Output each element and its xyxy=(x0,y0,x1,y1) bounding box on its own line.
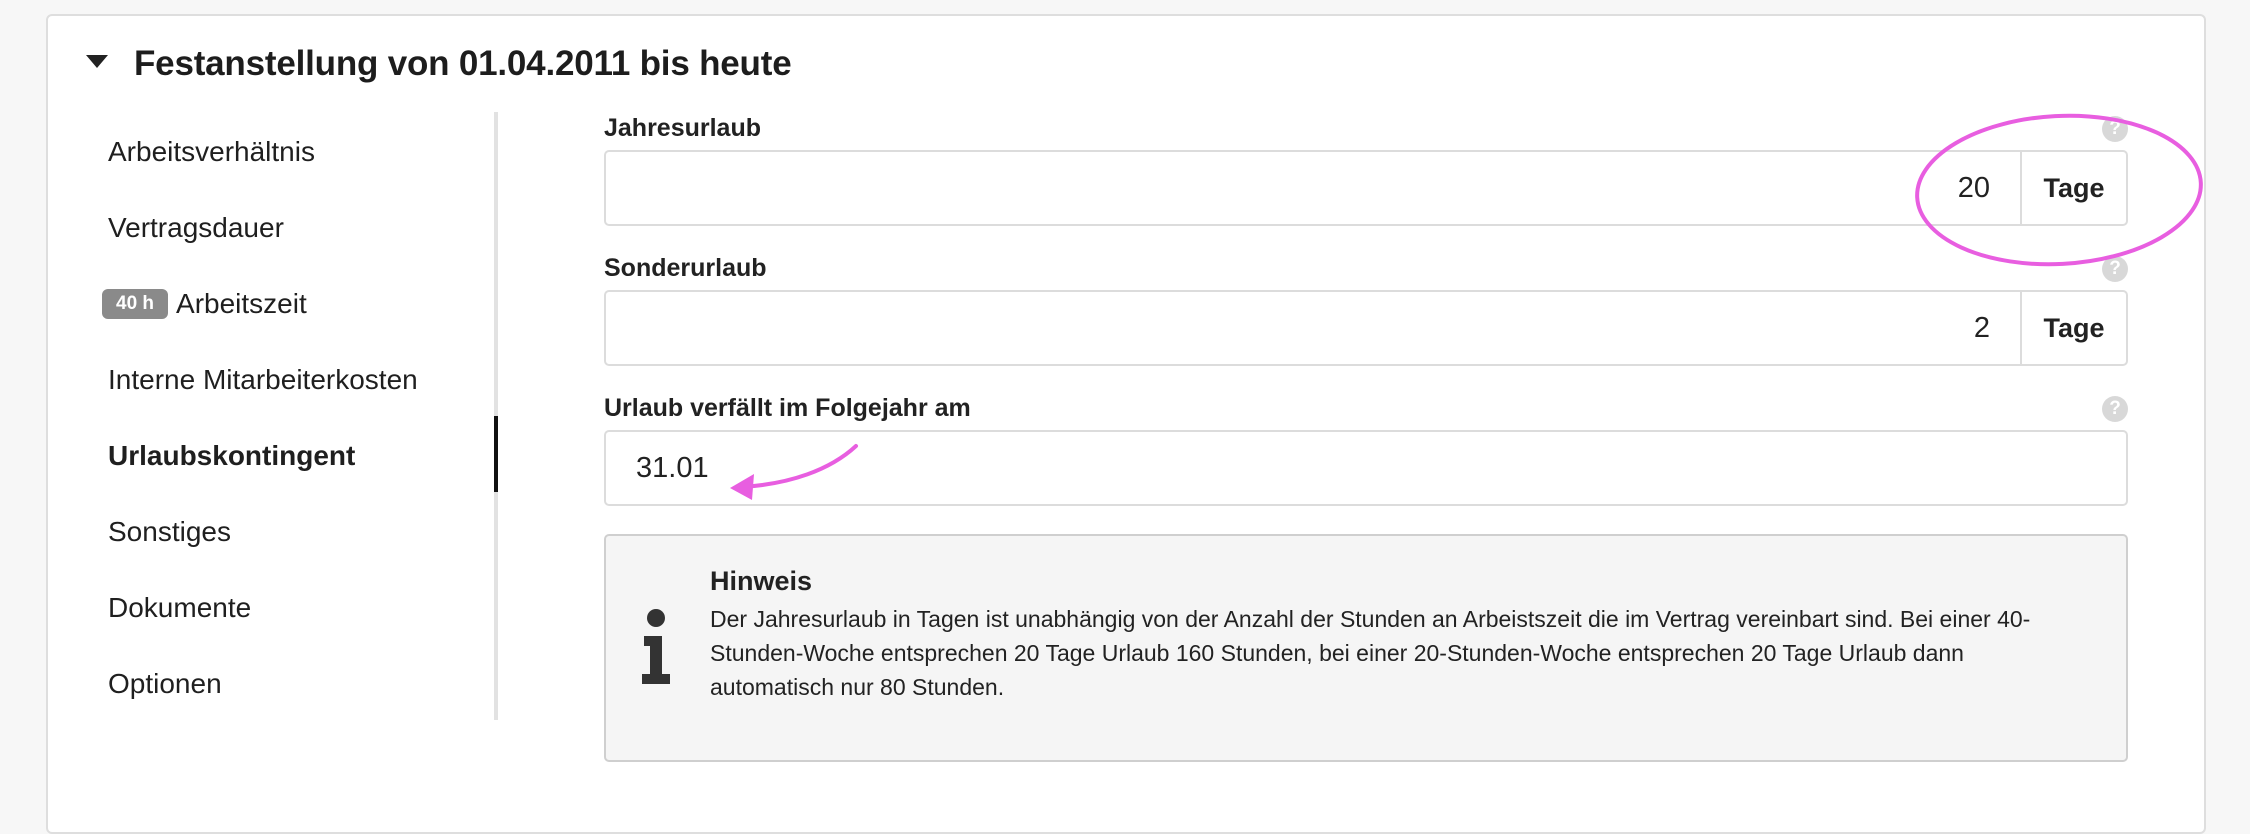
notice-title: Hinweis xyxy=(710,566,813,596)
jahresurlaub-unit: Tage xyxy=(2020,152,2126,224)
nav-item-sonstiges[interactable]: Sonstiges xyxy=(48,494,498,570)
nav-item-label: Sonstiges xyxy=(108,516,231,547)
section-nav: Arbeitsverhältnis Vertragsdauer 40 h Arb… xyxy=(48,114,498,722)
nav-item-label: Optionen xyxy=(108,668,222,699)
hours-badge: 40 h xyxy=(102,289,169,319)
section-header[interactable]: Festanstellung von 01.04.2011 bis heute xyxy=(86,34,792,94)
sonderurlaub-label: Sonderurlaub xyxy=(604,254,767,282)
jahresurlaub-label: Jahresurlaub xyxy=(604,114,762,142)
nav-item-label: Arbeitsverhältnis xyxy=(108,136,315,167)
nav-item-arbeitsverhaeltnis[interactable]: Arbeitsverhältnis xyxy=(48,114,498,190)
nav-item-vertragsdauer[interactable]: Vertragsdauer xyxy=(48,190,498,266)
verfall-label: Urlaub verfällt im Folgejahr am xyxy=(604,394,971,422)
nav-item-label: Interne Mitarbeiterkosten xyxy=(108,364,418,395)
sonderurlaub-input[interactable] xyxy=(606,292,2020,364)
verfall-input-group xyxy=(604,430,2128,506)
caret-down-icon[interactable] xyxy=(86,54,108,68)
nav-item-optionen[interactable]: Optionen xyxy=(48,646,498,722)
verfall-field: Urlaub verfällt im Folgejahr am ? xyxy=(604,390,2128,506)
sonderurlaub-input-group: Tage xyxy=(604,290,2128,366)
nav-item-label: Arbeitszeit xyxy=(176,288,307,319)
help-icon[interactable]: ? xyxy=(2102,396,2128,422)
info-icon xyxy=(642,609,670,684)
employment-panel: Festanstellung von 01.04.2011 bis heute … xyxy=(46,14,2206,834)
vacation-form: Jahresurlaub ? Tage Sonderurlaub ? Tage … xyxy=(604,110,2128,762)
nav-item-label: Vertragsdauer xyxy=(108,212,284,243)
jahresurlaub-input[interactable] xyxy=(606,152,2020,224)
notice-text: Der Jahresurlaub in Tagen ist unabhängig… xyxy=(710,606,2031,700)
jahresurlaub-input-group: Tage xyxy=(604,150,2128,226)
nav-item-arbeitszeit[interactable]: 40 h Arbeitszeit xyxy=(48,266,498,342)
nav-item-interne-mitarbeiterkosten[interactable]: Interne Mitarbeiterkosten xyxy=(48,342,498,418)
nav-item-dokumente[interactable]: Dokumente xyxy=(48,570,498,646)
jahresurlaub-field: Jahresurlaub ? Tage xyxy=(604,110,2128,226)
help-icon[interactable]: ? xyxy=(2102,256,2128,282)
nav-item-label: Dokumente xyxy=(108,592,252,623)
nav-active-indicator xyxy=(494,416,498,492)
verfall-date-input[interactable] xyxy=(606,432,2126,504)
nav-item-urlaubskontingent[interactable]: Urlaubskontingent xyxy=(48,418,498,494)
nav-item-label: Urlaubskontingent xyxy=(108,440,356,471)
sonderurlaub-field: Sonderurlaub ? Tage xyxy=(604,250,2128,366)
notice-box: Hinweis Der Jahresurlaub in Tagen ist un… xyxy=(604,534,2128,762)
help-icon[interactable]: ? xyxy=(2102,116,2128,142)
section-title: Festanstellung von 01.04.2011 bis heute xyxy=(134,44,792,83)
sonderurlaub-unit: Tage xyxy=(2020,292,2126,364)
